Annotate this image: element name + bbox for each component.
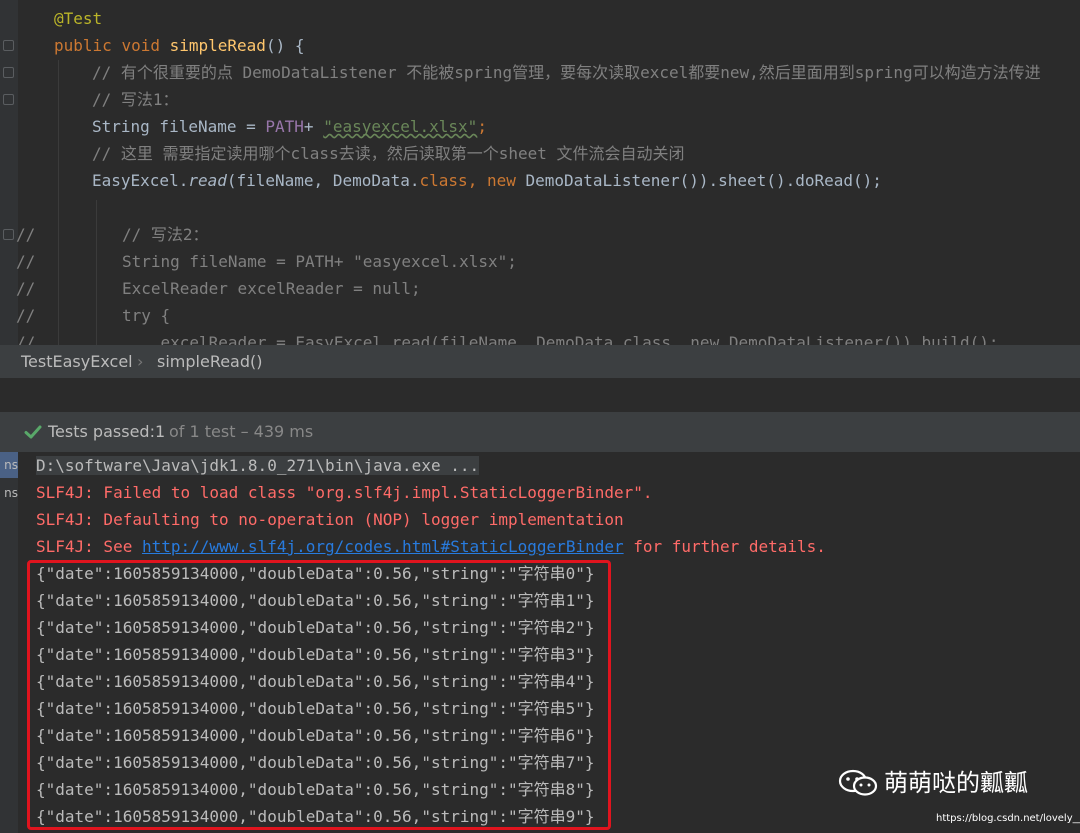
console-line[interactable]: D:\software\Java\jdk1.8.0_271\bin\java.e…	[36, 452, 480, 479]
keyword: void	[121, 36, 160, 55]
fold-marker-icon[interactable]	[3, 67, 14, 78]
keyword: new	[486, 171, 516, 190]
tests-passed-label: Tests passed:	[48, 422, 155, 441]
code-text: String fileName =	[92, 117, 266, 136]
wechat-icon	[838, 769, 878, 796]
code-text: ;	[477, 117, 487, 136]
code-editor[interactable]: @Test public void simpleRead() { // 有个很重…	[0, 0, 1080, 345]
code-line[interactable]: public void simpleRead() {	[54, 32, 304, 59]
tests-passed-count: 1	[155, 422, 166, 441]
panel-divider	[0, 378, 1080, 412]
check-icon	[24, 425, 42, 439]
highlight-box	[27, 560, 611, 830]
breadcrumb-method[interactable]: simpleRead()	[157, 345, 263, 378]
code-line[interactable]: EasyExcel.read(fileName, DemoData.class,…	[92, 167, 882, 194]
keyword: public	[54, 36, 112, 55]
code-line[interactable]: @Test	[54, 5, 102, 32]
error-text: SLF4J: Failed to load class "org.slf4j.i…	[36, 483, 653, 502]
test-status-bar: Tests passed: 1 of 1 test – 439 ms	[0, 412, 1080, 452]
code-line[interactable]: // 这里 需要指定读用哪个class去读，然后读取第一个sheet 文件流会自…	[92, 140, 685, 167]
code-line[interactable]: // 有个很重要的点 DemoDataListener 不能被spring管理，…	[92, 59, 1041, 86]
code-line[interactable]: String fileName = PATH+ "easyexcel.xlsx"…	[92, 113, 487, 140]
code-comment: // excelReader = EasyExcel.read(fileName…	[16, 333, 999, 345]
watermark-text: 萌萌哒的瓤瓤	[884, 769, 1028, 797]
code-text: () {	[265, 36, 305, 55]
method-name: simpleRead	[169, 36, 266, 55]
breadcrumb-class[interactable]: TestEasyExcel	[21, 345, 133, 378]
fold-marker-icon[interactable]	[3, 94, 14, 105]
commented-line[interactable]: // String fileName = PATH+ "easyexcel.xl…	[16, 248, 517, 275]
keyword: class	[419, 171, 468, 190]
console-error-line[interactable]: SLF4J: Defaulting to no-operation (NOP) …	[36, 506, 624, 533]
breadcrumb: TestEasyExcel › simpleRead()	[0, 345, 1080, 378]
code-text: (fileName, DemoData.	[226, 171, 420, 190]
code-comment: // 有个很重要的点 DemoDataListener 不能被spring管理，…	[92, 63, 1041, 82]
console-tab[interactable]: ns	[0, 452, 18, 478]
method-call: read	[188, 171, 227, 190]
commented-line[interactable]: // try {	[16, 302, 170, 329]
error-text: SLF4J: See	[36, 537, 142, 556]
error-text: SLF4J: Defaulting to no-operation (NOP) …	[36, 510, 624, 529]
string-literal: "easyexcel.xlsx"	[323, 117, 478, 136]
code-comment: // // 写法2：	[16, 225, 209, 244]
code-comment: // 写法1：	[92, 90, 179, 109]
code-comment: // ExcelReader excelReader = null;	[16, 279, 421, 298]
slf4j-link[interactable]: http://www.slf4j.org/codes.html#StaticLo…	[142, 537, 624, 556]
code-text: +	[303, 117, 324, 136]
console-sidebar: ns ns	[0, 452, 18, 833]
commented-line[interactable]: // ExcelReader excelReader = null;	[16, 275, 421, 302]
constant: PATH	[265, 117, 304, 136]
error-text: for further details.	[623, 537, 826, 556]
console-error-line[interactable]: SLF4J: Failed to load class "org.slf4j.i…	[36, 479, 653, 506]
fold-marker-icon[interactable]	[3, 229, 14, 240]
code-comment: // String fileName = PATH+ "easyexcel.xl…	[16, 252, 517, 271]
console-tab[interactable]: ns	[0, 480, 18, 506]
tests-detail: of 1 test – 439 ms	[169, 422, 314, 441]
code-comment: // try {	[16, 306, 171, 325]
fold-marker-icon[interactable]	[3, 40, 14, 51]
annotation: @Test	[54, 9, 103, 28]
code-line[interactable]: // 写法1：	[92, 86, 179, 113]
breadcrumb-separator-icon: ›	[137, 352, 144, 371]
commented-line[interactable]: // excelReader = EasyExcel.read(fileName…	[16, 329, 999, 345]
code-text: DemoDataListener()).sheet().doRead();	[515, 171, 882, 190]
java-command: D:\software\Java\jdk1.8.0_271\bin\java.e…	[36, 456, 480, 475]
console-error-line[interactable]: SLF4J: See http://www.slf4j.org/codes.ht…	[36, 533, 826, 560]
code-text: ,	[467, 171, 487, 190]
code-comment: // 这里 需要指定读用哪个class去读，然后读取第一个sheet 文件流会自…	[92, 144, 685, 163]
commented-line[interactable]: // // 写法2：	[16, 221, 209, 248]
watermark-url: https://blog.csdn.net/lovely__RR	[936, 813, 1080, 824]
code-text: EasyExcel.	[92, 171, 189, 190]
